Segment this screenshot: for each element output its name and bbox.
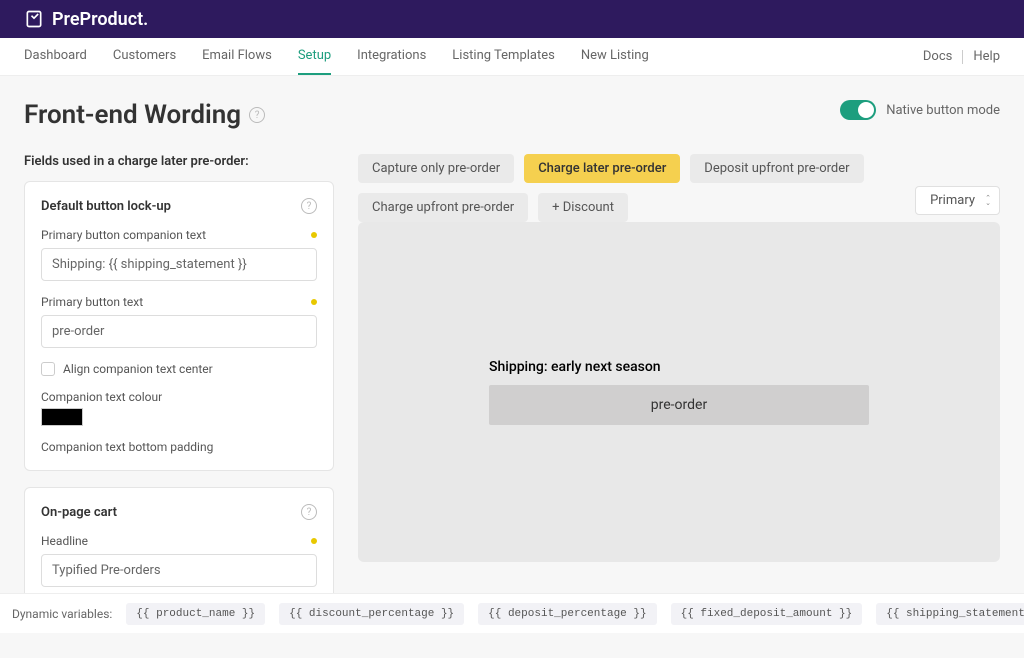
button-text-field: Primary button text [41,295,317,348]
toggle-label: Native button mode [886,103,1000,118]
brand-text: PreProduct. [52,9,148,30]
top-brand-bar: PreProduct. [0,0,1024,38]
card-title: Default button lock-up [41,199,171,214]
align-center-row: Align companion text center [41,362,317,376]
button-text-label: Primary button text [41,295,143,309]
tab-discount[interactable]: + Discount [538,193,628,222]
field-indicator-dot [311,232,317,238]
toggle-wrap: Native button mode [840,100,1000,120]
help-icon[interactable]: ? [249,107,265,123]
field-indicator-dot [311,299,317,305]
nav-divider [962,50,963,64]
nav-help[interactable]: Help [973,49,1000,64]
nav-right: Docs Help [923,49,1000,64]
headline-input[interactable] [41,554,317,587]
nav-docs[interactable]: Docs [923,49,952,64]
page-title: Front-end Wording [24,100,241,130]
tab-charge-later[interactable]: Charge later pre-order [524,154,680,183]
fields-section-label: Fields used in a charge later pre-order: [24,154,334,169]
nav-dashboard[interactable]: Dashboard [24,38,87,75]
dynamic-variables-bar: Dynamic variables: {{ product_name }} {{… [0,593,1024,633]
logo[interactable]: PreProduct. [24,9,148,30]
align-center-label: Align companion text center [63,362,213,376]
field-indicator-dot [311,538,317,544]
card-title: On-page cart [41,505,117,520]
var-deposit-percentage[interactable]: {{ deposit_percentage }} [478,603,656,625]
help-icon[interactable]: ? [301,198,317,214]
preview-companion-text: Shipping: early next season [489,359,869,375]
var-shipping-statement[interactable]: {{ shipping_statement }} [876,603,1024,625]
main-navbar: Dashboard Customers Email Flows Setup In… [0,38,1024,76]
button-text-input[interactable] [41,315,317,348]
nav-listing-templates[interactable]: Listing Templates [452,38,555,75]
tab-capture-only[interactable]: Capture only pre-order [358,154,514,183]
nav-new-listing[interactable]: New Listing [581,38,649,75]
page-title-wrap: Front-end Wording ? [24,100,265,130]
mode-select[interactable]: Primary [915,186,1000,215]
logo-icon [24,9,44,29]
padding-label: Companion text bottom padding [41,440,317,454]
card-header: Default button lock-up ? [41,198,317,214]
companion-text-label: Primary button companion text [41,228,206,242]
dynamic-vars-label: Dynamic variables: [12,607,112,621]
companion-color-swatch[interactable] [41,408,83,426]
card-header: On-page cart ? [41,504,317,520]
right-column: Capture only pre-order Charge later pre-… [358,154,1000,634]
var-product-name[interactable]: {{ product_name }} [126,603,265,625]
companion-text-field: Primary button companion text [41,228,317,281]
preview-area: Shipping: early next season pre-order [358,222,1000,562]
companion-color-label: Companion text colour [41,390,317,404]
default-button-lockup-card: Default button lock-up ? Primary button … [24,181,334,471]
nav-setup[interactable]: Setup [298,38,331,75]
mode-select-value: Primary [930,193,975,208]
main-content: Fields used in a charge later pre-order:… [0,130,1024,658]
headline-label: Headline [41,534,88,548]
preview-inner: Shipping: early next season pre-order [489,359,869,425]
nav-left: Dashboard Customers Email Flows Setup In… [24,38,649,75]
left-column: Fields used in a charge later pre-order:… [24,154,334,634]
nav-integrations[interactable]: Integrations [357,38,426,75]
native-button-mode-toggle[interactable] [840,100,876,120]
align-center-checkbox[interactable] [41,362,55,376]
nav-email-flows[interactable]: Email Flows [202,38,272,75]
preview-button: pre-order [489,385,869,425]
headline-field: Headline [41,534,317,587]
nav-customers[interactable]: Customers [113,38,176,75]
var-discount-percentage[interactable]: {{ discount_percentage }} [279,603,464,625]
page-header: Front-end Wording ? Native button mode [0,76,1024,130]
companion-text-input[interactable] [41,248,317,281]
var-fixed-deposit-amount[interactable]: {{ fixed_deposit_amount }} [671,603,863,625]
help-icon[interactable]: ? [301,504,317,520]
tabs-container: Capture only pre-order Charge later pre-… [358,154,899,222]
tab-deposit-upfront[interactable]: Deposit upfront pre-order [690,154,863,183]
tab-charge-upfront[interactable]: Charge upfront pre-order [358,193,528,222]
tabs-and-select: Capture only pre-order Charge later pre-… [358,154,1000,222]
